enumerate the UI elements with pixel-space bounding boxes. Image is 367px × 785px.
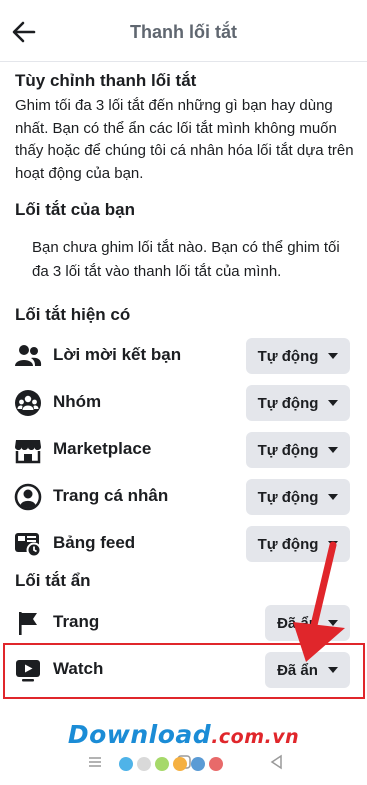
shortcut-setting-dropdown[interactable]: Tự động [246, 338, 350, 374]
watermark-dots [119, 757, 223, 771]
flag-icon [14, 609, 42, 637]
shortcut-setting-dropdown[interactable]: Tự động [246, 526, 350, 562]
watermark-dot [209, 757, 223, 771]
shortcut-setting-dropdown[interactable]: Đã ẩn [265, 605, 350, 641]
shortcut-row-profile: Trang cá nhân Tự động [0, 474, 367, 520]
recent-apps-icon[interactable] [86, 753, 104, 771]
customize-title: Tùy chỉnh thanh lối tắt [15, 71, 197, 90]
caret-down-icon [328, 400, 339, 406]
caret-down-icon [328, 353, 339, 359]
caret-down-icon [328, 447, 339, 453]
shortcut-label: Marketplace [53, 439, 152, 458]
dropdown-value: Tự động [257, 535, 319, 553]
highlight-box [3, 643, 365, 699]
shortcut-row-feed: Bảng feed Tự động [0, 521, 367, 567]
dropdown-value: Tự động [257, 441, 319, 459]
shortcut-row-friends: Lời mời kết bạn Tự động [0, 333, 367, 379]
watermark-dot [137, 757, 151, 771]
shortcut-setting-dropdown[interactable]: Tự động [246, 432, 350, 468]
marketplace-icon [14, 436, 42, 464]
watermark-dot [155, 757, 169, 771]
shortcut-row-marketplace: Marketplace Tự động [0, 427, 367, 473]
groups-icon [14, 389, 42, 417]
top-bar: Thanh lối tắt [0, 0, 367, 62]
caret-down-icon [327, 620, 338, 626]
caret-down-icon [328, 541, 339, 547]
friends-icon [14, 342, 42, 370]
caret-down-icon [328, 494, 339, 500]
dropdown-value: Đã ẩn [277, 614, 318, 632]
dropdown-value: Tự động [257, 394, 319, 412]
dropdown-value: Tự động [257, 347, 319, 365]
page-title: Thanh lối tắt [130, 22, 237, 42]
your-shortcuts-empty-text: Bạn chưa ghim lối tắt nào. Bạn có thể gh… [32, 239, 340, 280]
customize-description: Ghim tối đa 3 lối tắt đến những gì bạn h… [15, 97, 354, 182]
hidden-shortcuts-title: Lối tắt ẩn [15, 571, 91, 590]
shortcut-row-pages: Trang Đã ẩn [0, 600, 367, 646]
shortcut-label: Lời mời kết bạn [53, 345, 182, 364]
shortcut-setting-dropdown[interactable]: Tự động [246, 385, 350, 421]
dropdown-value: Tự động [257, 488, 319, 506]
shortcut-label: Trang cá nhân [53, 486, 169, 505]
shortcut-label: Nhóm [53, 392, 102, 411]
watermark-dot [173, 757, 187, 771]
shortcut-row-groups: Nhóm Tự động [0, 380, 367, 426]
available-shortcuts-title: Lối tắt hiện có [15, 305, 131, 324]
profile-icon [14, 483, 42, 511]
your-shortcuts-title: Lối tắt của bạn [15, 200, 135, 219]
shortcut-label: Bảng feed [53, 533, 136, 552]
shortcut-setting-dropdown[interactable]: Tự động [246, 479, 350, 515]
watermark-dot [119, 757, 133, 771]
shortcut-label: Trang [53, 612, 100, 631]
watermark-dot [191, 757, 205, 771]
feed-icon [14, 530, 42, 558]
back-nav-icon[interactable] [268, 753, 286, 771]
